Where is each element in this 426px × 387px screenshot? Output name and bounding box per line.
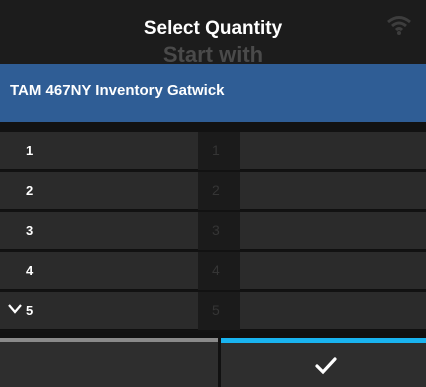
chevron-down-icon[interactable] xyxy=(8,304,22,314)
page-title: Select Quantity xyxy=(143,18,283,39)
list-item-2[interactable]: 2 2 xyxy=(0,172,426,210)
confirm-button[interactable] xyxy=(221,338,426,387)
checkmark-icon xyxy=(315,357,337,375)
header-bar: Select Quantity Start with xyxy=(0,0,426,64)
list-item-5[interactable]: 5 5 xyxy=(0,292,426,330)
list-item-label: 4 xyxy=(26,263,34,278)
ghost-number: 5 xyxy=(212,302,220,318)
list-item-1[interactable]: 1 1 xyxy=(0,132,426,170)
ghost-number: 4 xyxy=(212,262,220,278)
ghost-number: 1 xyxy=(212,142,220,158)
wifi-icon xyxy=(387,16,411,35)
list-item-3[interactable]: 3 3 xyxy=(0,212,426,250)
quantity-list[interactable]: 1 1 2 2 3 3 4 4 5 5 xyxy=(0,122,426,332)
selected-item-bar[interactable]: TAM 467NY Inventory Gatwick xyxy=(0,64,426,122)
ghost-number: 3 xyxy=(212,222,220,238)
list-item-label: 3 xyxy=(26,223,34,238)
list-item-label: 2 xyxy=(26,183,34,198)
list-item-label: 1 xyxy=(26,143,34,158)
list-item-label: 5 xyxy=(26,303,34,318)
back-button[interactable] xyxy=(0,338,218,387)
list-item-4[interactable]: 4 4 xyxy=(0,252,426,290)
selected-item-label: TAM 467NY Inventory Gatwick xyxy=(10,82,225,99)
ghost-subtitle: Start with xyxy=(162,42,264,64)
footer-bar xyxy=(0,338,426,387)
ghost-number: 2 xyxy=(212,182,220,198)
